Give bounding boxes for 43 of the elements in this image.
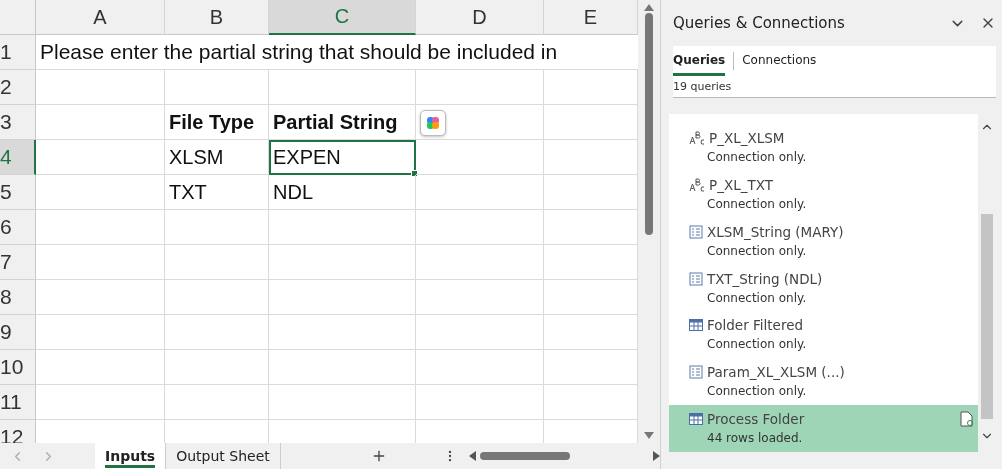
table-cell: TXT — [165, 175, 269, 210]
column-header[interactable]: E — [544, 0, 638, 35]
query-name: Process Folder — [707, 411, 805, 428]
row-header[interactable]: 1 — [0, 35, 36, 70]
row-header[interactable]: 4 — [0, 140, 36, 175]
pane-tab[interactable]: Connections — [742, 46, 817, 76]
row-header[interactable]: 3 — [0, 105, 36, 140]
row-header[interactable]: 11 — [0, 385, 36, 420]
query-name: Param_XL_XLSM (...) — [707, 364, 845, 381]
query-status: Connection only. — [706, 150, 808, 164]
pane-tab[interactable]: Queries — [673, 46, 726, 76]
sheet-tab[interactable]: Inputs — [95, 443, 167, 469]
row-header[interactable]: 2 — [0, 70, 36, 105]
row-header[interactable]: 7 — [0, 245, 36, 280]
row-header[interactable]: 5 — [0, 175, 36, 210]
table-cell: File Type — [165, 105, 269, 140]
query-name: P_XL_TXT — [709, 176, 773, 193]
query-status: Connection only. — [706, 196, 808, 211]
query-item[interactable]: Process Folder 44 rows loaded. — [669, 405, 978, 452]
table-cell: XLSM — [165, 140, 269, 175]
table-cell: EXPEN — [269, 140, 416, 175]
pane-title: Queries & Connections — [673, 14, 846, 32]
sheet-tab[interactable]: Output Sheet — [166, 443, 281, 469]
query-status: Connection only. — [706, 384, 808, 399]
query-name: Folder Filtered — [707, 317, 804, 334]
row-header[interactable]: 10 — [0, 350, 36, 385]
row-header[interactable]: 8 — [0, 280, 36, 315]
query-name: XLSM_String (MARY) — [707, 223, 844, 240]
table-cell: NDL — [269, 175, 416, 210]
column-header[interactable]: D — [416, 0, 544, 35]
query-status: 44 rows loaded. — [706, 431, 804, 446]
query-status: Connection only. — [706, 337, 808, 352]
table-cell: Please enter the partial string that should be included in — [36, 35, 638, 70]
table-cell: Partial String — [269, 105, 416, 140]
column-header[interactable]: A — [36, 0, 165, 35]
column-header[interactable]: C — [269, 0, 416, 35]
query-name: TXT_String (NDL) — [707, 270, 823, 287]
query-status: Connection only. — [706, 290, 808, 305]
query-name: P_XL_XLSM — [709, 130, 785, 146]
row-header[interactable]: 6 — [0, 210, 36, 245]
column-header[interactable]: B — [165, 0, 269, 35]
row-header[interactable]: 9 — [0, 315, 36, 350]
query-status: Connection only. — [706, 243, 808, 258]
